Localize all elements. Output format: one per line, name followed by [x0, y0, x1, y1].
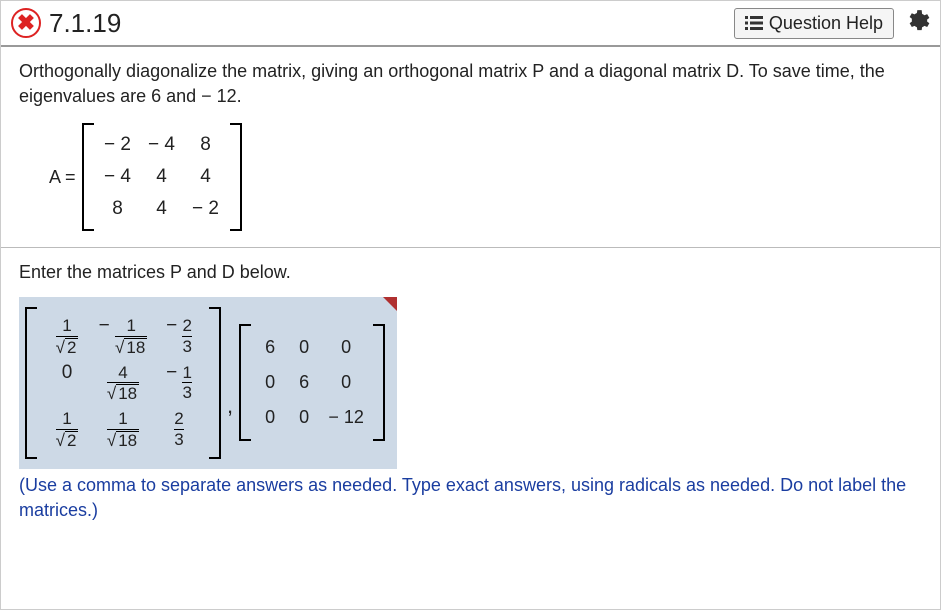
mat-cell: 8 — [96, 193, 140, 225]
mat-cell: 6 — [253, 330, 287, 365]
answer-input-box[interactable]: 1√2 − 1√18 − 23 0 4√18 − 13 1√2 1√18 23 … — [19, 297, 397, 468]
mat-cell: 0 — [287, 400, 321, 435]
question-number: 7.1.19 — [49, 8, 121, 39]
matrix-d: 600 060 00− 12 — [239, 324, 385, 441]
mat-cell: 6 — [287, 365, 321, 400]
matrix-a-display: A = − 2− 48 − 444 84− 2 — [49, 123, 922, 231]
matrix-a: − 2− 48 − 444 84− 2 — [82, 123, 242, 231]
gear-icon[interactable] — [904, 8, 930, 39]
mat-cell: − 12 — [321, 400, 371, 435]
mat-cell: 4 — [140, 161, 184, 193]
mat-cell: 1√18 — [95, 406, 151, 452]
mat-cell: 0 — [287, 330, 321, 365]
mat-cell: 8 — [184, 129, 228, 161]
mat-cell: 4√18 — [95, 360, 151, 406]
mat-cell: 0 — [253, 400, 287, 435]
mat-cell: − 2 — [96, 129, 140, 161]
help-label: Question Help — [769, 13, 883, 34]
separator-comma: , — [225, 393, 235, 419]
mat-cell: − 4 — [96, 161, 140, 193]
mat-cell: 4 — [184, 161, 228, 193]
mat-cell: − 23 — [151, 313, 207, 359]
answer-format-note: (Use a comma to separate answers as need… — [19, 473, 922, 523]
list-icon — [745, 16, 763, 30]
matrix-p: 1√2 − 1√18 − 23 0 4√18 − 13 1√2 1√18 23 — [25, 307, 221, 458]
incorrect-icon: ✖ — [11, 8, 41, 38]
question-prompt: Orthogonally diagonalize the matrix, giv… — [19, 59, 922, 109]
mat-cell: − 2 — [184, 193, 228, 225]
a-label: A = — [49, 167, 76, 188]
mat-cell: 1√2 — [39, 313, 95, 359]
mat-cell: 0 — [321, 365, 371, 400]
mat-cell: 0 — [39, 360, 95, 406]
question-header: ✖ 7.1.19 Question Help — [1, 1, 940, 47]
mat-cell: − 13 — [151, 360, 207, 406]
mat-cell: 0 — [321, 330, 371, 365]
mat-cell: 0 — [253, 365, 287, 400]
enter-instruction: Enter the matrices P and D below. — [19, 262, 922, 283]
mat-cell: 1√2 — [39, 406, 95, 452]
question-content: Orthogonally diagonalize the matrix, giv… — [1, 47, 940, 531]
mat-cell: − 1√18 — [95, 313, 151, 359]
mat-cell: 23 — [151, 406, 207, 452]
question-help-button[interactable]: Question Help — [734, 8, 894, 39]
mat-cell: 4 — [140, 193, 184, 225]
mat-cell: − 4 — [140, 129, 184, 161]
